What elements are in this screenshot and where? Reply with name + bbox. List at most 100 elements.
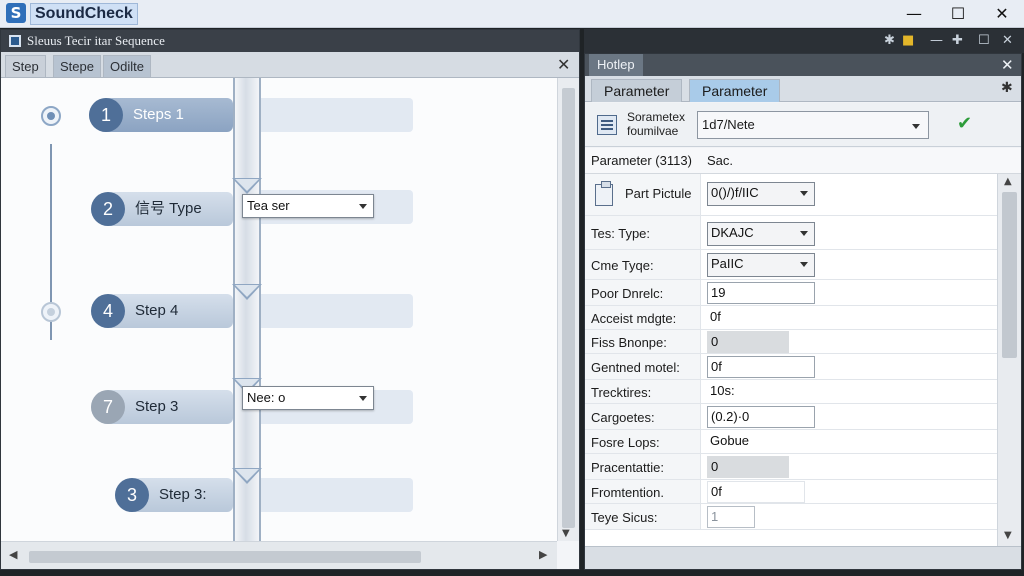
step-item[interactable]: 3 Step 3: [115,478,233,512]
minimize-button[interactable]: — [894,2,934,26]
tab-parameter[interactable]: Parameter [591,79,683,102]
tab-step[interactable]: Step [5,55,46,77]
scroll-left-icon[interactable]: ◀ [9,548,17,561]
step-number-badge: 1 [89,98,123,132]
flow-arrow-icon [232,178,262,194]
app-title: SoundCheck [30,3,138,25]
scrollbar-thumb[interactable] [562,88,575,528]
step-item[interactable]: 7 Step 3 [91,390,233,424]
scroll-down-icon[interactable]: ▼ [1004,530,1012,541]
property-row: Acceist mdgte: 0f [585,306,997,330]
sequence-pane-header: Sleuus Tecir itar Sequence [1,30,579,52]
step-number-badge: 4 [91,294,125,328]
property-value-input[interactable]: (0.2)·0 [707,406,815,428]
timeline-node[interactable] [41,302,61,322]
scrollbar-thumb[interactable] [29,551,421,563]
property-key: Fiss Bnonpe: [591,335,667,350]
property-key: Part Pictule [625,186,692,201]
clipboard-icon [595,181,613,206]
step-number-badge: 3 [115,478,149,512]
property-value-readonly: 0 [707,456,789,478]
sequence-tabstrip: Step Stepe Odilte ✕ [1,52,579,78]
property-value[interactable]: 10s: [707,381,815,403]
property-value-input[interactable]: 0f [707,481,805,503]
scroll-up-icon[interactable]: ▲ [1004,176,1012,187]
step-number-badge: 7 [91,390,125,424]
close-tab-button[interactable]: ✕ [557,55,570,75]
step-item[interactable]: 1 Steps 1 [89,98,233,132]
properties-scrollbar[interactable]: ▲ ▼ [997,174,1021,546]
property-key: Cme Tyqe: [591,258,654,273]
property-value-readonly: 0 [707,331,789,353]
apply-check-icon[interactable]: ✔ [957,115,975,133]
step-label: Steps 1 [133,106,184,123]
property-row: Fosre Lops: Gobue [585,430,997,454]
property-row: Gentned motel: 0f [585,354,997,380]
properties-title: Hotlep [589,54,643,76]
maximize-icon[interactable]: ☐ [978,33,990,48]
parameter-selector: Sorametex foumilvae 1d7/Nete ✔ [585,103,1021,147]
scroll-down-icon[interactable]: ▼ [562,528,570,539]
property-row: Fromtention. 0f [585,480,997,504]
chevron-down-icon [359,204,367,209]
dropdown-value: PaIIC [711,256,744,271]
property-table-header: Parameter (3113) Sac. [585,148,1021,174]
step-item[interactable]: 4 Step 4 [91,294,233,328]
step-label: Step 4 [135,302,179,319]
property-value-dropdown[interactable]: DKAJC [707,222,815,246]
chevron-down-icon [800,231,808,236]
close-icon[interactable]: ✕ [1002,33,1013,48]
property-key: Trecktires: [591,385,652,400]
signal-type-dropdown[interactable]: Tea ser [242,194,374,218]
horizontal-scrollbar[interactable]: ◀ ▶ [1,541,557,569]
sequence-pane-title: Sleuus Tecir itar Sequence [27,33,165,48]
collapse-icon[interactable]: ■ [902,33,914,48]
chevron-down-icon [359,396,367,401]
dropdown-value: 1d7/Nete [702,117,755,132]
property-key: Cargoetes: [591,410,655,425]
properties-toolbar: ✱ ■ — ✚ ☐ ✕ [584,29,1024,53]
tab-stepe[interactable]: Stepe [53,55,101,77]
scrollbar-thumb[interactable] [1002,192,1017,358]
chevron-down-icon [912,124,920,129]
scroll-right-icon[interactable]: ▶ [539,548,547,561]
vertical-scrollbar[interactable]: ▼ [557,78,579,541]
tab-parameter-active[interactable]: Parameter [689,79,781,102]
property-value-input[interactable]: 19 [707,282,815,304]
properties-header: Hotlep ✕ [585,54,1021,76]
property-value-dropdown[interactable]: 0()/)f/IIC [707,182,815,206]
step-item[interactable]: 2 信号 Type [91,192,233,226]
dropdown-value: Nee: o [247,390,286,405]
selector-label: Sorametex foumilvae [627,110,686,138]
property-value-input[interactable]: 1 [707,506,755,528]
close-window-button[interactable]: ✕ [982,2,1022,26]
parameter-dropdown[interactable]: 1d7/Nete [697,111,929,139]
property-row: Cme Tyqe: PaIIC [585,250,997,280]
sequence-list-icon [9,35,21,47]
property-value-input[interactable]: 0f [707,356,815,378]
maximize-button[interactable]: ☐ [938,2,978,26]
step-label: Step 3 [135,398,179,415]
property-key: Tes: Type: [591,226,651,241]
property-key: Fosre Lops: [591,435,660,450]
pin-icon[interactable]: ✱ [884,33,895,48]
restore-icon[interactable]: ✚ [952,33,963,48]
close-properties-button[interactable]: ✕ [1001,54,1014,76]
step-label: 信号 Type [135,200,202,217]
tab-odilte[interactable]: Odilte [103,55,151,77]
property-value[interactable]: 0f [707,307,815,329]
property-row: Fiss Bnonpe: 0 [585,330,997,354]
step-number-badge: 2 [91,192,125,226]
flow-arrow-icon [232,284,262,300]
step-dropdown[interactable]: Nee: o [242,386,374,410]
timeline-node[interactable] [41,106,61,126]
property-key: Acceist mdgte: [591,311,677,326]
minimize-icon[interactable]: — [930,33,943,48]
sequence-canvas[interactable]: 1 Steps 1 2 信号 Type 4 Step 4 7 Step 3 3 … [1,78,557,541]
property-row: Cargoetes: (0.2)·0 [585,404,997,430]
property-value-dropdown[interactable]: PaIIC [707,253,815,277]
sequence-pane: Sleuus Tecir itar Sequence Step Stepe Od… [0,29,580,570]
property-value[interactable]: Gobue [707,431,815,453]
property-grid: Part Pictule 0()/)f/IIC Tes: Type: DKAJC… [585,174,997,546]
pin-icon[interactable]: ✱ [1001,80,1013,96]
